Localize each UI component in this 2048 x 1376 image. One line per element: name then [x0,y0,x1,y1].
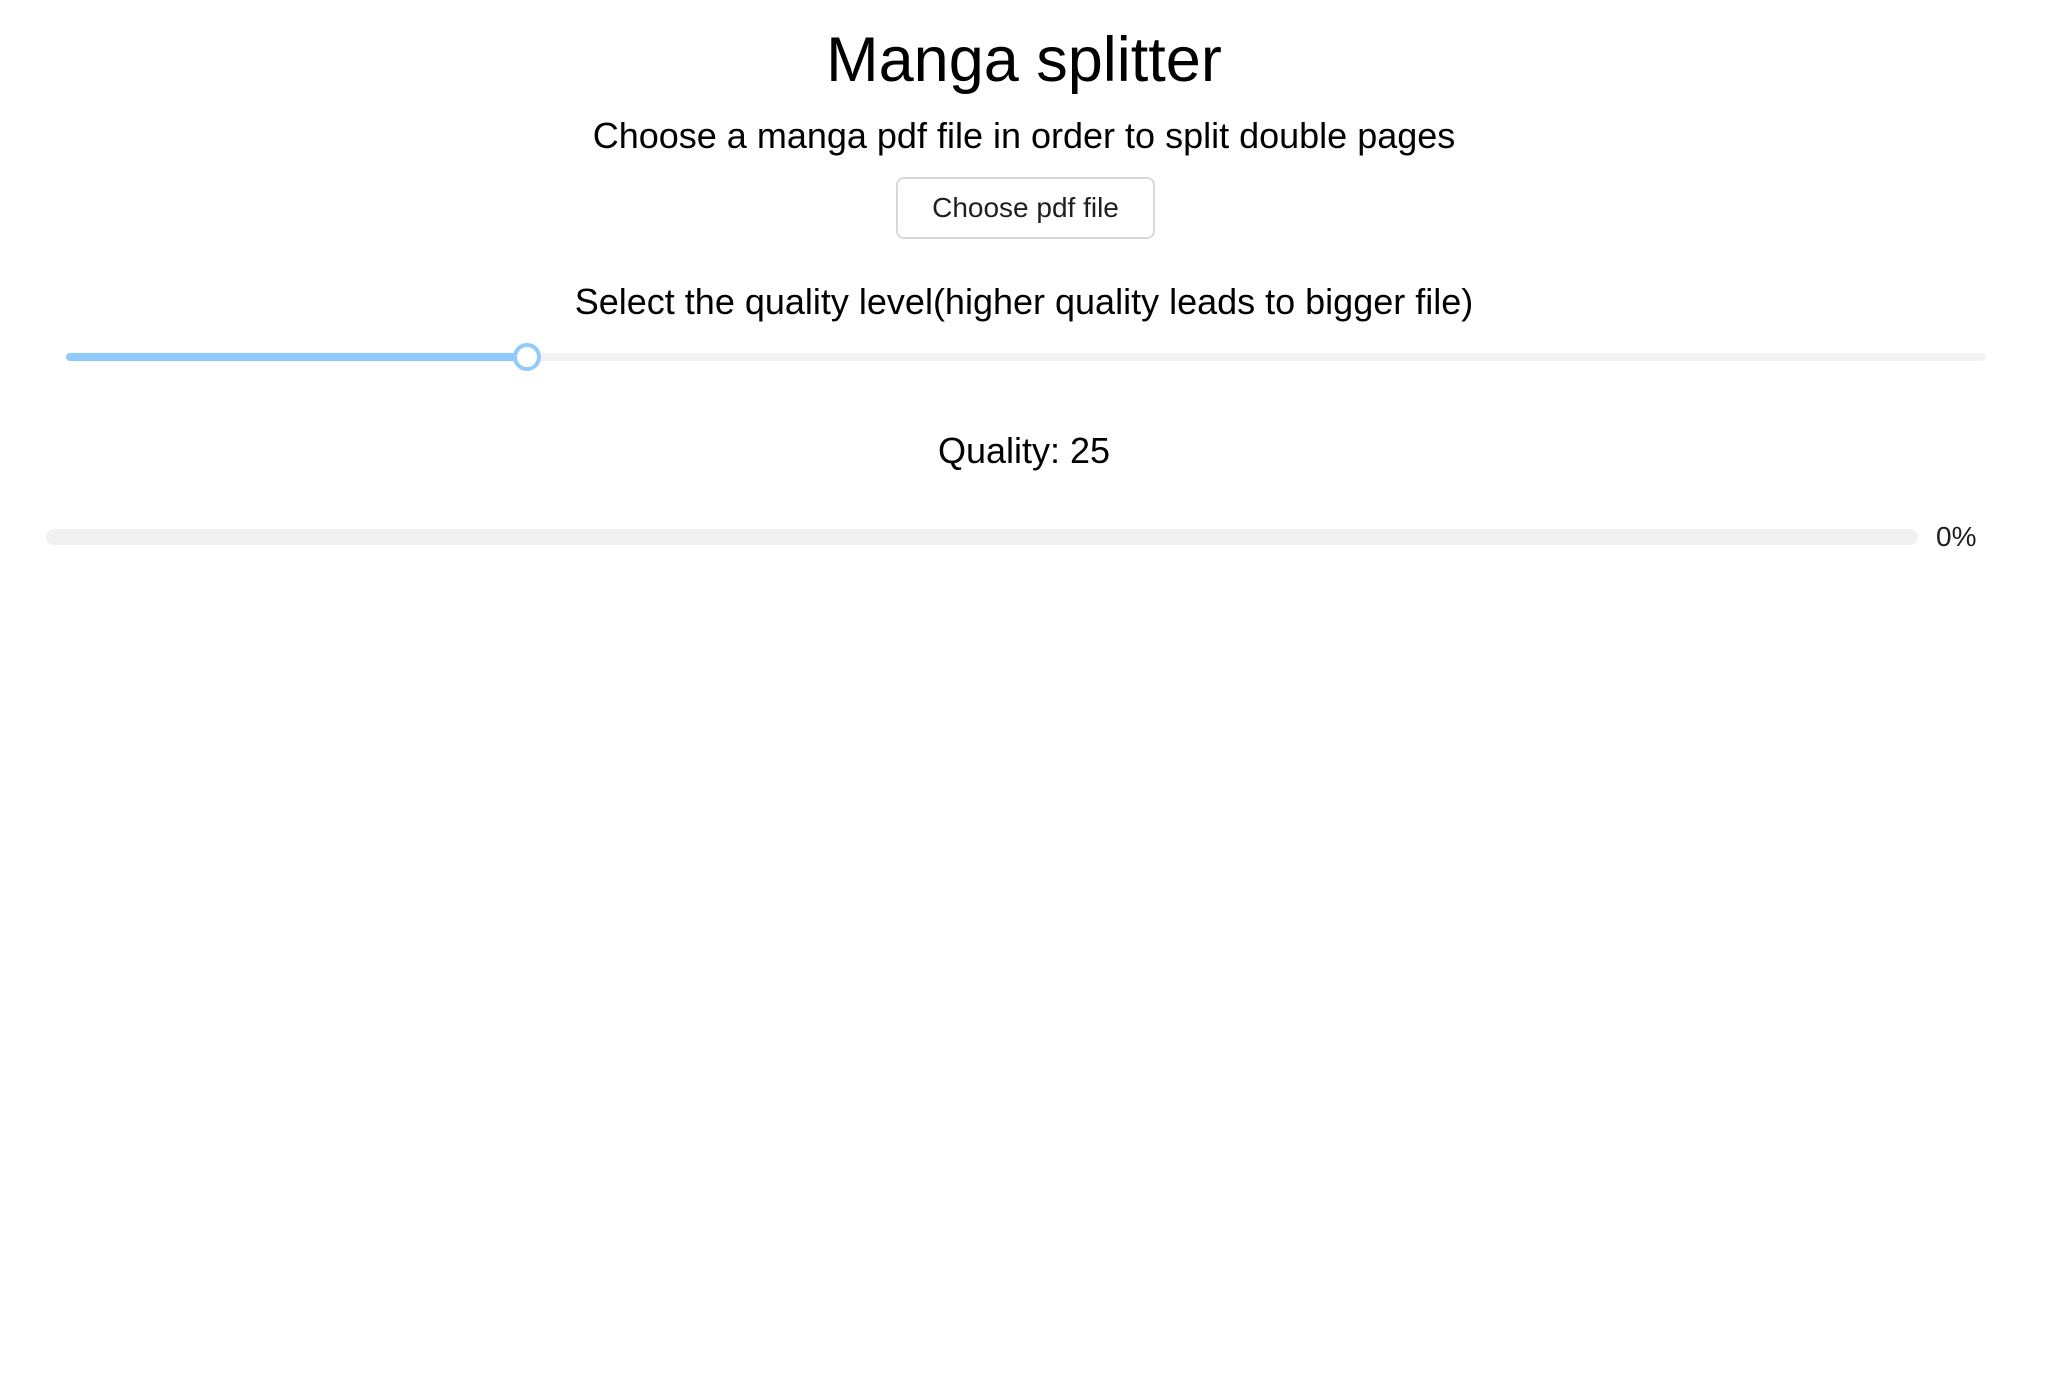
quality-value-text: Quality: 25 [937,430,1111,471]
choose-pdf-button[interactable]: Choose pdf file [896,177,1155,239]
progress-rail [46,529,1918,545]
page: Manga splitter Choose a manga pdf file i… [0,0,2048,1376]
page-title: Manga splitter [826,25,1222,95]
page-subtitle: Choose a manga pdf file in order to spli… [592,115,1456,156]
quality-slider-handle[interactable] [512,343,541,371]
quality-slider[interactable] [66,340,1986,374]
quality-slider-track[interactable] [66,353,527,361]
progress-bar: 0% [46,521,2006,552]
quality-level-label: Select the quality level(higher quality … [574,281,1474,322]
progress-percent-text: 0% [1936,521,1977,552]
